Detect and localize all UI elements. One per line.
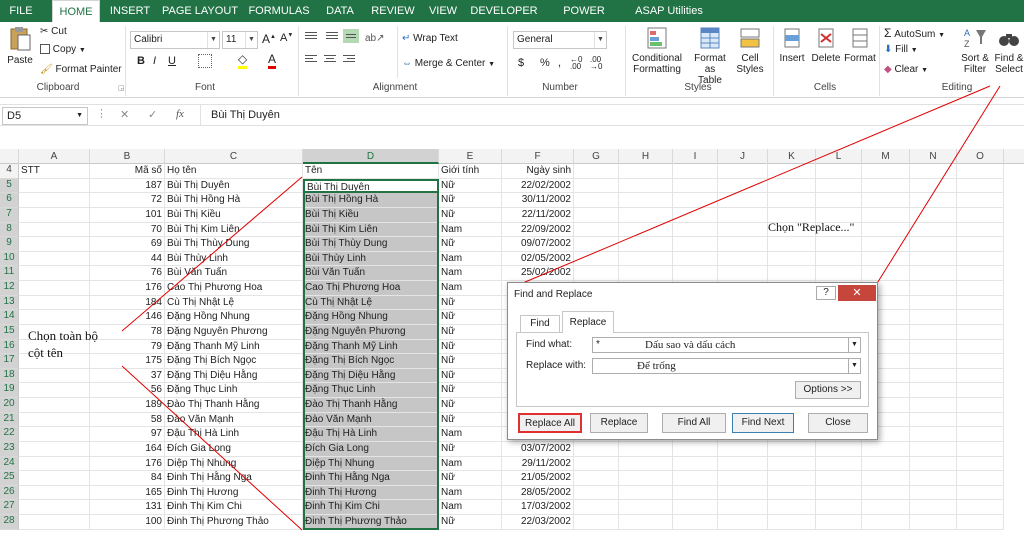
annotation-arrows	[0, 0, 1024, 534]
find-what-input[interactable]: * Dấu sao và dấu cách ▼	[592, 337, 861, 353]
help-button[interactable]: ?	[816, 286, 836, 300]
annotation-select-column: Chọn toàn bộ	[28, 328, 98, 344]
replace-with-label: Replace with:	[526, 360, 586, 371]
tab-find[interactable]: Find	[520, 315, 560, 333]
chevron-down-icon[interactable]: ▼	[848, 338, 860, 352]
arrow-line	[876, 86, 1000, 285]
chevron-down-icon[interactable]: ▼	[848, 359, 860, 373]
find-replace-dialog: Find and Replace ? ✕ Find Replace Find w…	[507, 282, 878, 440]
find-all-button[interactable]: Find All	[662, 413, 726, 433]
close-dialog-button[interactable]: ✕	[838, 285, 876, 301]
find-what-label: Find what:	[526, 339, 572, 350]
annotation-select-column-line2: cột tên	[28, 345, 63, 361]
close-button[interactable]: Close	[808, 413, 868, 433]
options-button[interactable]: Options >>	[795, 381, 861, 399]
close-icon: ✕	[852, 287, 861, 299]
replace-with-input[interactable]: Để trống ▼	[592, 358, 861, 374]
replace-all-button[interactable]: Replace All	[518, 413, 582, 433]
find-next-button[interactable]: Find Next	[732, 413, 794, 433]
replace-button[interactable]: Replace	[590, 413, 648, 433]
arrow-line	[122, 177, 302, 331]
dialog-title: Find and Replace	[514, 289, 592, 300]
tab-replace[interactable]: Replace	[562, 311, 614, 333]
arrow-line	[518, 86, 990, 285]
arrow-line	[122, 366, 302, 530]
annotation-choose-replace: Chọn "Replace..."	[768, 220, 854, 235]
